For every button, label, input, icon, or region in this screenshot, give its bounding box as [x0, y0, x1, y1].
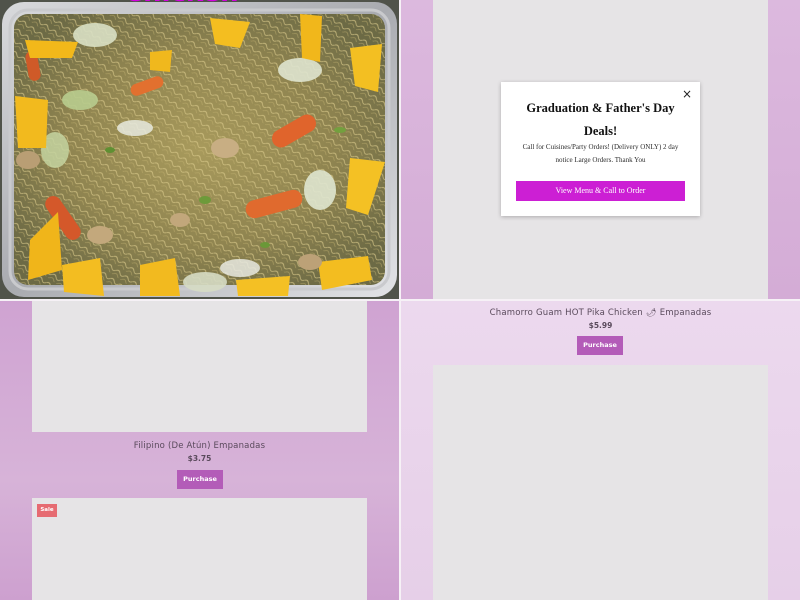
product-title[interactable]: Chamorro Guam HOT Pika Chicken 🌶 Empanad… [401, 308, 800, 318]
product-image-placeholder[interactable] [433, 365, 768, 600]
sale-badge: Sale [37, 504, 57, 517]
grid-divider-horizontal [0, 299, 800, 301]
hero-title: Chicken [124, 0, 239, 8]
product-price: $5.99 [588, 321, 613, 330]
product-card-chamorro: Chamorro Guam HOT Pika Chicken 🌶 Empanad… [401, 301, 800, 600]
hero-food-image: Chicken [0, 0, 399, 299]
product-price: $3.75 [187, 454, 212, 463]
popup-body-text: Call for Cuisines/Party Orders! (Deliver… [522, 143, 679, 164]
product-title[interactable]: Filipino (De Atún) Empanadas [0, 441, 399, 451]
product-card-filipino: Filipino (De Atún) Empanadas $3.75 Purch… [0, 301, 399, 600]
page: Chicken × Graduation & Father's Day Deal… [0, 0, 800, 600]
product-image-placeholder[interactable] [32, 301, 367, 432]
view-menu-button[interactable]: View Menu & Call to Order [516, 181, 685, 201]
product-card-top-right: × Graduation & Father's Day Deals! Call … [401, 0, 800, 299]
popup-title: Graduation & Father's Day Deals! [526, 101, 675, 138]
product-image-placeholder[interactable] [32, 498, 367, 600]
purchase-button[interactable]: Purchase [177, 470, 223, 489]
purchase-button[interactable]: Purchase [577, 336, 623, 355]
pancit-noodles-photo [0, 0, 399, 299]
promo-popup: × Graduation & Father's Day Deals! Call … [501, 82, 700, 216]
